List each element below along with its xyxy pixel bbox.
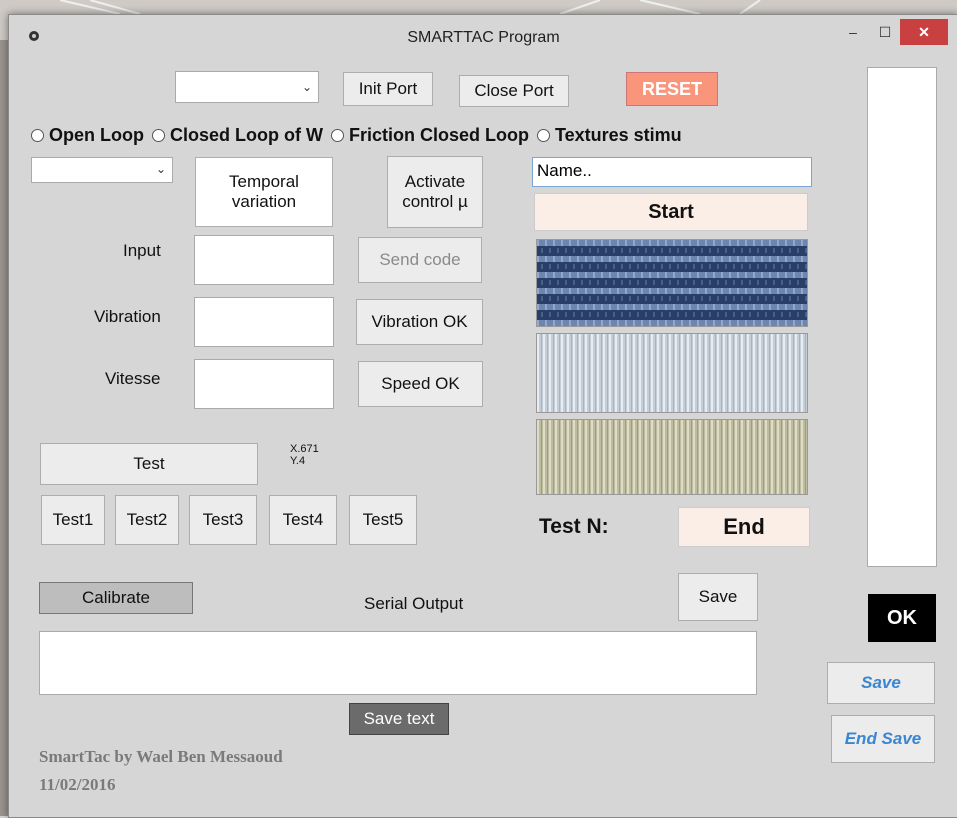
speed-ok-button[interactable]: Speed OK [358, 361, 483, 407]
vitesse-label: Vitesse [105, 369, 161, 388]
input-field[interactable] [194, 235, 334, 285]
test1-button[interactable]: Test1 [41, 495, 105, 545]
serial-output-title: Serial Output [364, 594, 464, 613]
app-window: SMARTTAC Program – ☐ ✕ ⌄ Init Port Close… [8, 14, 957, 818]
minimize-icon[interactable]: – [839, 19, 867, 45]
name-field[interactable]: Name.. [532, 157, 812, 187]
serial-output-field[interactable] [39, 631, 757, 695]
temporal-variation-button[interactable]: Temporal variation [195, 157, 333, 227]
calibrate-button[interactable]: Calibrate [39, 582, 193, 614]
input-label: Input [123, 241, 161, 260]
footer-date: 11/02/2016 [39, 775, 116, 794]
coords-readout: X.671 Y.4 [290, 443, 319, 467]
texture-light-corduroy-image[interactable] [536, 333, 808, 413]
close-port-button[interactable]: Close Port [459, 75, 569, 107]
radio-textures-stimu[interactable]: Textures stimu [536, 125, 682, 146]
test4-button[interactable]: Test4 [269, 495, 337, 545]
test-button[interactable]: Test [40, 443, 258, 485]
texture-khaki-corduroy-image[interactable] [536, 419, 808, 495]
close-icon[interactable]: ✕ [900, 19, 948, 45]
footer-author: SmartTac by Wael Ben Messaoud [39, 747, 283, 766]
ok-button[interactable]: OK [868, 594, 936, 642]
side-list-panel[interactable] [867, 67, 937, 567]
temporal-line1: Temporal [229, 172, 299, 191]
test3-button[interactable]: Test3 [189, 495, 257, 545]
activate-line1: Activate [404, 172, 466, 191]
end-save-button[interactable]: End Save [831, 715, 935, 763]
maximize-icon[interactable]: ☐ [871, 19, 899, 45]
chevron-down-icon: ⌄ [301, 80, 312, 94]
vibration-ok-button[interactable]: Vibration OK [356, 299, 483, 345]
test-n-label: Test N: [539, 515, 609, 538]
send-code-button[interactable]: Send code [358, 237, 482, 283]
coord-y: Y.4 [290, 455, 306, 467]
end-button[interactable]: End [678, 507, 810, 547]
mode-radio-group: Open Loop Closed Loop of W Friction Clos… [31, 125, 682, 146]
radio-circle-icon [31, 129, 44, 142]
start-button[interactable]: Start [534, 193, 808, 231]
radio-closed-loop-w[interactable]: Closed Loop of W [151, 125, 323, 146]
radio-circle-icon [151, 129, 165, 142]
radio-circle-icon [536, 129, 550, 142]
init-port-button[interactable]: Init Port [343, 72, 433, 106]
vitesse-field[interactable] [194, 359, 334, 409]
radio-open-loop[interactable]: Open Loop [31, 125, 144, 146]
coord-x: X.671 [290, 443, 319, 455]
port-select[interactable]: ⌄ [175, 71, 319, 103]
side-save-button[interactable]: Save [827, 662, 935, 704]
vibration-label: Vibration [94, 307, 161, 326]
vibration-field[interactable] [194, 297, 334, 347]
reset-button[interactable]: RESET [626, 72, 718, 106]
temporal-line2: variation [231, 192, 297, 211]
activate-control-button[interactable]: Activate control µ [387, 156, 483, 228]
radio-circle-icon [330, 129, 344, 142]
test5-button[interactable]: Test5 [349, 495, 417, 545]
window-title: SMARTTAC Program [407, 29, 560, 46]
activate-line2: control µ [402, 192, 468, 211]
save-text-button[interactable]: Save text [349, 703, 449, 735]
serial-save-button[interactable]: Save [678, 573, 758, 621]
test2-button[interactable]: Test2 [115, 495, 179, 545]
texture-denim-image[interactable] [536, 239, 808, 327]
title-bar: SMARTTAC Program – ☐ ✕ [9, 15, 957, 59]
chevron-down-icon: ⌄ [155, 162, 166, 176]
radio-friction-closed-loop[interactable]: Friction Closed Loop [330, 125, 529, 146]
mode-select[interactable]: ⌄ [31, 157, 173, 183]
